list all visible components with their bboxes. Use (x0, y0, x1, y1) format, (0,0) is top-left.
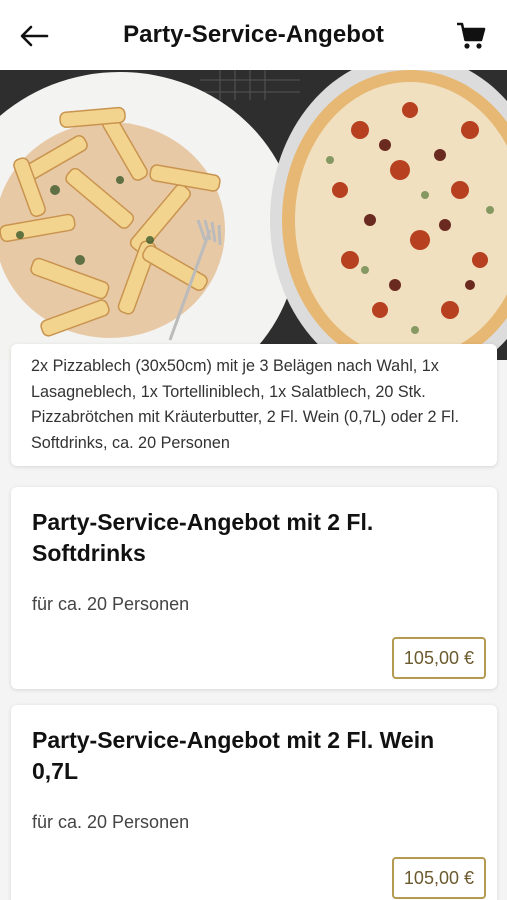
cart-button[interactable] (453, 18, 489, 54)
product-card[interactable]: Party-Service-Angebot mit 2 Fl. Wein 0,7… (11, 705, 497, 900)
shopping-cart-icon (457, 22, 486, 49)
description-card: 2x Pizzablech (30x50cm) mit je 3 Belägen… (11, 344, 497, 466)
back-button[interactable] (14, 18, 54, 54)
product-name: Party-Service-Angebot mit 2 Fl. Softdrin… (32, 509, 374, 566)
page: Party-Service-Angebot 2x Pizzablech (30x… (0, 0, 507, 900)
product-card[interactable]: Party-Service-Angebot mit 2 Fl. Softdrin… (11, 487, 497, 689)
page-title: Party-Service-Angebot (123, 21, 384, 48)
price-button[interactable]: 105,00 € (391, 637, 486, 679)
product-subtitle: für ca. 20 Personen (32, 812, 190, 832)
product-name: Party-Service-Angebot mit 2 Fl. Wein 0,7… (32, 727, 435, 784)
app-header: Party-Service-Angebot (0, 0, 507, 70)
arrow-left-icon (20, 25, 49, 47)
product-subtitle: für ca. 20 Personen (32, 594, 190, 614)
description-text: 2x Pizzablech (30x50cm) mit je 3 Belägen… (31, 357, 459, 452)
hero-image (0, 70, 507, 360)
price-button[interactable]: 105,00 € (391, 857, 486, 899)
